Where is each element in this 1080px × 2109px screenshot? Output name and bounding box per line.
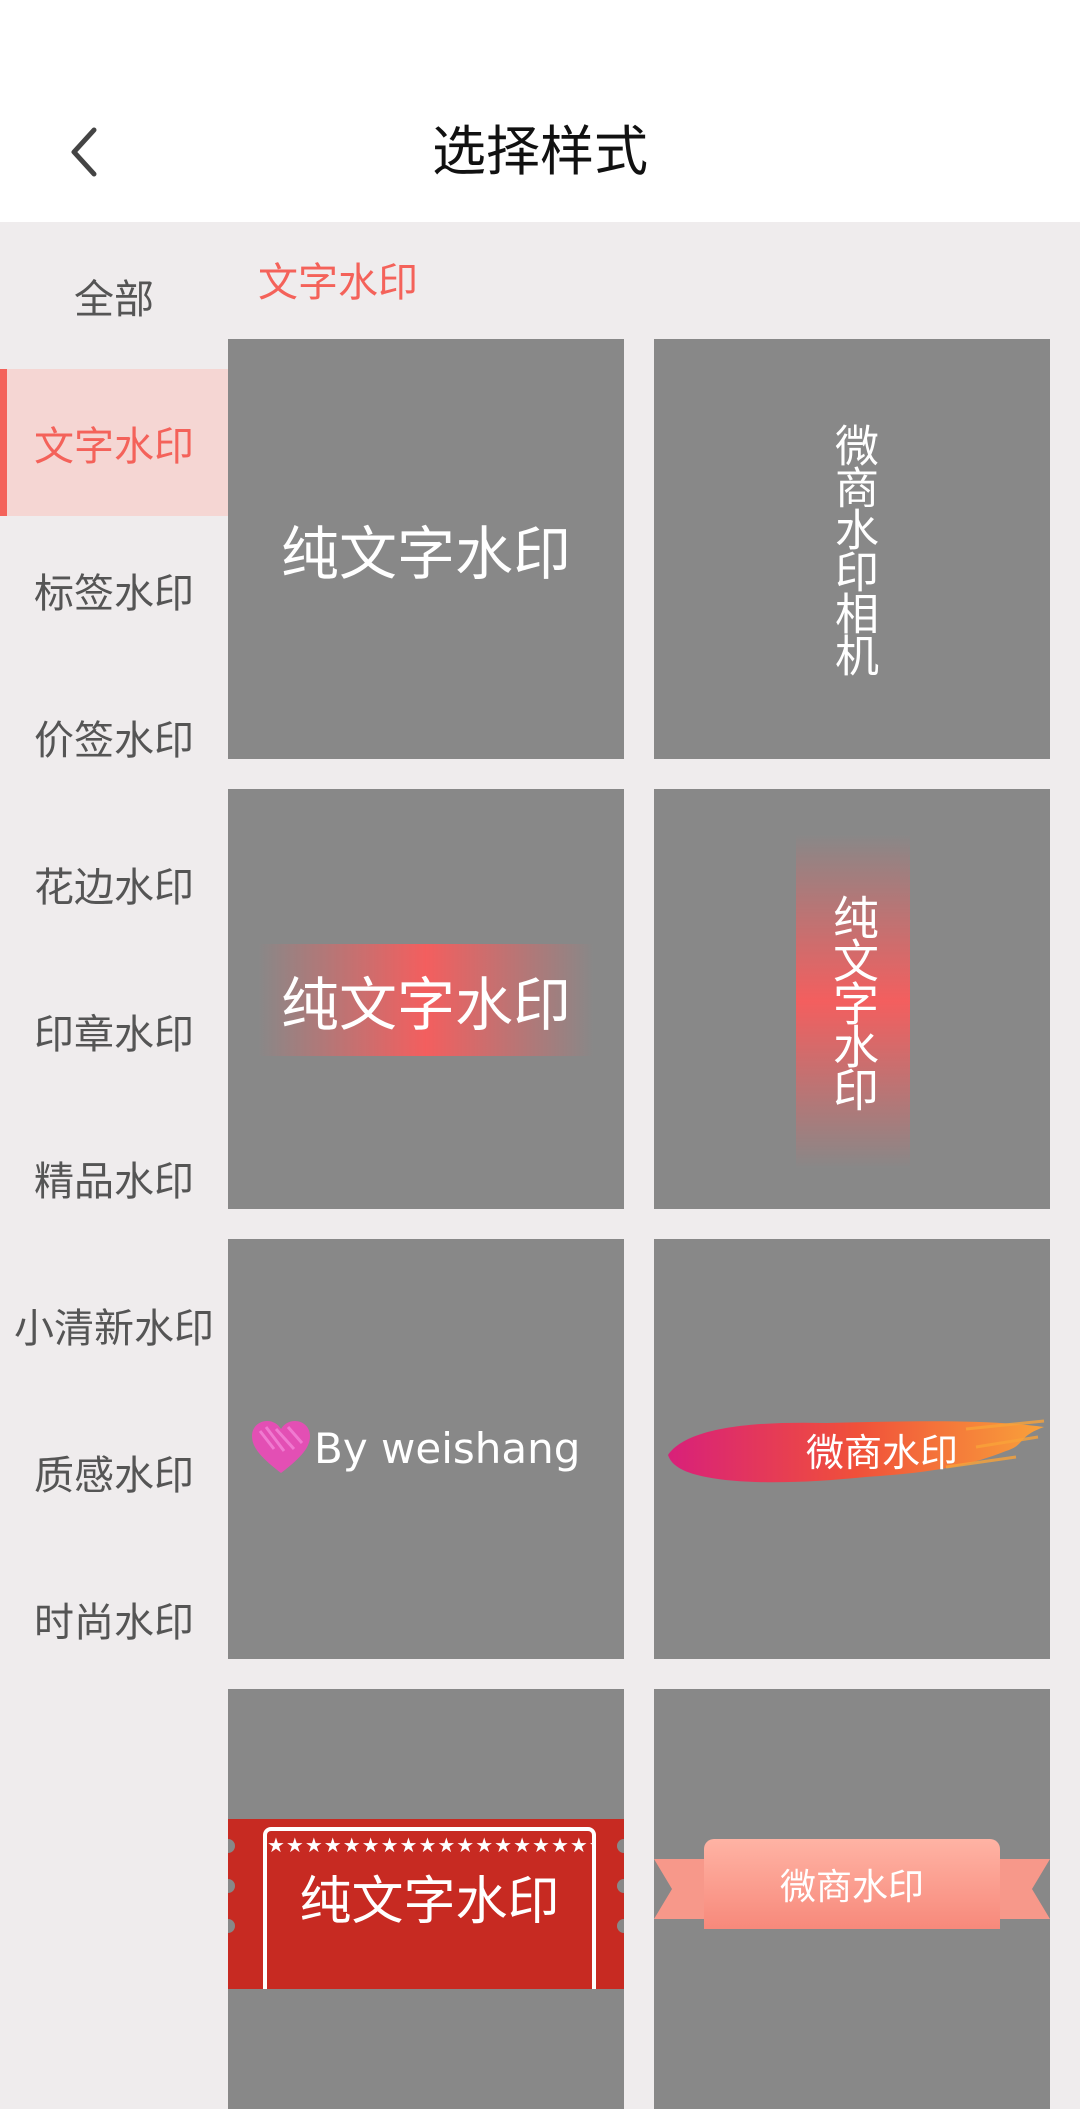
tile-text: 微商水印 (805, 1430, 958, 1475)
style-tile[interactable]: 微商水印 (654, 1239, 1050, 1659)
tile-text: 纯文字水印 (280, 520, 571, 588)
ribbon-graphic: 微商水印 (654, 1819, 1050, 1939)
sidebar-item-label-watermark[interactable]: 标签水印 (0, 516, 228, 663)
tile-band: 纯文字水印 (796, 834, 910, 1169)
style-tile[interactable]: 纯文字水印 (228, 789, 624, 1209)
style-tile[interactable]: 微商水印 (654, 1689, 1050, 2109)
sidebar-item-fresh-watermark[interactable]: 小清新水印 (0, 1251, 228, 1398)
style-tile[interactable]: 纯文字水印 (228, 339, 624, 759)
sidebar-item-lace-watermark[interactable]: 花边水印 (0, 810, 228, 957)
sidebar-item-fashion-watermark[interactable]: 时尚水印 (0, 1545, 228, 1692)
tile-text: 微商水印 (704, 1839, 1000, 1929)
status-bar (0, 0, 1080, 82)
tile-text-wrap: 微商水印相机 (654, 339, 1050, 759)
page-title: 选择样式 (432, 120, 648, 183)
section-title: 文字水印 (258, 260, 418, 306)
stamp-graphic: ★★★★★★★★★★★★★★★★★★★ 纯文字水印 (228, 1819, 624, 1989)
style-tile[interactable]: 纯文字水印 (654, 789, 1050, 1209)
tile-text: By weishang (314, 1423, 581, 1473)
sidebar-item-stamp-watermark[interactable]: 印章水印 (0, 957, 228, 1104)
heart-icon (252, 1421, 310, 1473)
star-row-icon: ★★★★★★★★★★★★★★★★★★★ (267, 1833, 592, 1857)
tile-text: 纯文字水印 (299, 1872, 560, 1932)
sidebar-item-premium-watermark[interactable]: 精品水印 (0, 1104, 228, 1251)
style-tile[interactable]: ★★★★★★★★★★★★★★★★★★★ 纯文字水印 (228, 1689, 624, 2109)
tile-text: 纯文字水印 (258, 944, 594, 1056)
sidebar-item-price-tag-watermark[interactable]: 价签水印 (0, 663, 228, 810)
tile-text: 微商水印相机 (827, 423, 878, 675)
sidebar-item-texture-watermark[interactable]: 质感水印 (0, 1398, 228, 1545)
tile-content: By weishang (250, 1419, 580, 1477)
style-tile[interactable]: 微商水印相机 (654, 339, 1050, 759)
category-sidebar: 全部 文字水印 标签水印 价签水印 花边水印 印章水印 精品水印 小清新水印 质… (0, 222, 228, 1692)
sidebar-item-all[interactable]: 全部 (0, 222, 228, 369)
app-header: 选择样式 (0, 82, 1080, 222)
style-tile[interactable]: By weishang (228, 1239, 624, 1659)
tile-text: 纯文字水印 (826, 894, 880, 1109)
sidebar-item-text-watermark[interactable]: 文字水印 (0, 369, 228, 516)
